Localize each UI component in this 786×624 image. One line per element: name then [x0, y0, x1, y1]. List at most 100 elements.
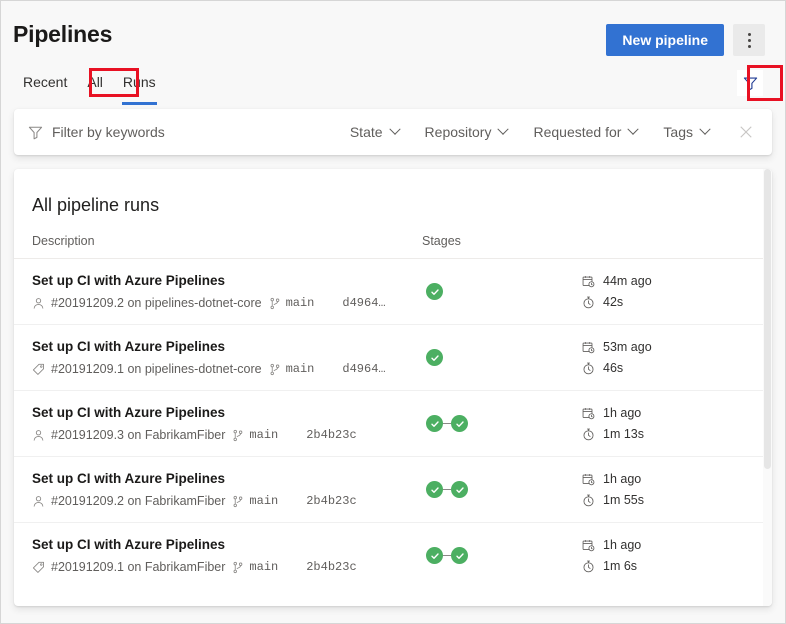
tag-icon: [32, 561, 45, 574]
filter-pill-requested-for-label: Requested for: [533, 124, 621, 140]
check-icon: [430, 353, 440, 363]
filter-card: Filter by keywords State Repository Requ…: [14, 109, 772, 155]
run-stages-cell: [422, 283, 582, 300]
timer-icon: [582, 428, 595, 441]
table-row[interactable]: Set up CI with Azure Pipelines #20191209.…: [14, 390, 772, 456]
run-branch-name[interactable]: main: [249, 559, 278, 575]
run-description-cell: Set up CI with Azure Pipelines#20191209.…: [32, 536, 422, 575]
run-branch-name[interactable]: main: [249, 493, 278, 509]
table-row[interactable]: Set up CI with Azure Pipelines #20191209.…: [14, 324, 772, 390]
funnel-icon: [28, 125, 43, 140]
filter-pill-state[interactable]: State: [337, 118, 412, 146]
table-row[interactable]: Set up CI with Azure Pipelines#20191209.…: [14, 522, 772, 588]
run-meta: #20191209.1 on FabrikamFibermain2b4b23c: [32, 559, 422, 575]
run-name-link[interactable]: Set up CI with Azure Pipelines: [32, 338, 422, 356]
run-started-label: 1h ago: [603, 406, 641, 421]
run-started-time: 53m ago: [582, 340, 652, 355]
chevron-down-icon: [628, 124, 639, 135]
tab-recent[interactable]: Recent: [13, 67, 77, 99]
stage-status-succeeded-icon[interactable]: [451, 481, 468, 498]
calendar-clock-icon: [582, 275, 595, 288]
stage-status-succeeded-icon[interactable]: [451, 547, 468, 564]
run-meta: #20191209.3 on FabrikamFiber main 2b4b23c: [32, 427, 422, 443]
branch-icon: [232, 429, 244, 442]
run-duration-label: 1m 55s: [603, 493, 644, 508]
check-icon: [430, 551, 440, 561]
filter-pill-repository[interactable]: Repository: [412, 118, 521, 146]
timer-icon: [582, 494, 595, 507]
run-build-number: #20191209.2 on pipelines-dotnet-core: [51, 295, 262, 311]
run-duration-label: 1m 6s: [603, 559, 637, 574]
table-row[interactable]: Set up CI with Azure Pipelines#20191209.…: [14, 456, 772, 522]
column-header-description: Description: [32, 234, 422, 248]
branch-icon: [232, 429, 244, 442]
run-commit-hash[interactable]: 2b4b23c: [306, 493, 356, 509]
run-branch-name[interactable]: main: [286, 361, 315, 377]
check-icon: [430, 287, 440, 297]
filter-pill-requested-for[interactable]: Requested for: [520, 118, 650, 146]
run-name-link[interactable]: Set up CI with Azure Pipelines: [32, 272, 422, 290]
run-commit-hash[interactable]: 2b4b23c: [306, 559, 356, 575]
run-times-cell: 1h ago1m 13s: [582, 406, 644, 442]
calendar-clock-icon: [582, 407, 595, 420]
filter-toggle-button[interactable]: [737, 70, 763, 96]
stage-connector: [443, 489, 451, 491]
branch-icon: [269, 363, 281, 376]
filter-pill-tags-label: Tags: [663, 124, 693, 140]
run-started-time: 1h ago: [582, 538, 641, 553]
run-duration: 1m 55s: [582, 493, 644, 508]
stage-status-succeeded-icon[interactable]: [426, 415, 443, 432]
timer-icon: [582, 296, 595, 309]
more-actions-button[interactable]: [733, 24, 765, 56]
filter-pill-repository-label: Repository: [425, 124, 492, 140]
stage-group: [426, 415, 468, 432]
run-name-link[interactable]: Set up CI with Azure Pipelines: [32, 536, 422, 554]
header-actions: New pipeline: [606, 24, 765, 56]
branch-icon: [269, 297, 281, 310]
stage-status-succeeded-icon[interactable]: [426, 349, 443, 366]
run-duration-label: 42s: [603, 295, 623, 310]
run-name-link[interactable]: Set up CI with Azure Pipelines: [32, 470, 422, 488]
vertical-scrollbar[interactable]: [763, 169, 772, 606]
branch-icon: [232, 495, 244, 508]
funnel-icon: [743, 76, 758, 91]
run-commit-hash[interactable]: d4964…: [342, 361, 385, 377]
stage-group: [426, 283, 443, 300]
new-pipeline-button[interactable]: New pipeline: [606, 24, 724, 56]
run-branch-name[interactable]: main: [286, 295, 315, 311]
timer-icon: [582, 560, 595, 573]
table-row[interactable]: Set up CI with Azure Pipelines #20191209.…: [14, 258, 772, 324]
run-build-number: #20191209.3 on FabrikamFiber: [51, 427, 225, 443]
run-description-cell: Set up CI with Azure Pipelines #20191209.…: [32, 272, 422, 311]
stage-status-succeeded-icon[interactable]: [426, 481, 443, 498]
run-stages-cell: [422, 349, 582, 366]
stage-status-succeeded-icon[interactable]: [426, 283, 443, 300]
keyword-filter[interactable]: Filter by keywords: [28, 124, 328, 140]
tab-runs[interactable]: Runs: [113, 67, 166, 99]
check-icon: [455, 485, 465, 495]
run-times-cell: 44m ago 42s: [582, 274, 652, 310]
stage-group: [426, 481, 468, 498]
person-icon: [32, 429, 45, 442]
tag-icon: [32, 561, 45, 574]
run-started-time: 44m ago: [582, 274, 652, 289]
run-name-link[interactable]: Set up CI with Azure Pipelines: [32, 404, 422, 422]
filter-pill-state-label: State: [350, 124, 383, 140]
page-header: Pipelines New pipeline Recent All Runs: [1, 1, 785, 109]
tab-all[interactable]: All: [77, 67, 113, 99]
branch-icon: [269, 363, 281, 376]
runs-column-headers: Description Stages: [14, 217, 772, 258]
run-commit-hash[interactable]: 2b4b23c: [306, 427, 356, 443]
stage-status-succeeded-icon[interactable]: [451, 415, 468, 432]
filter-pill-tags[interactable]: Tags: [650, 118, 722, 146]
run-commit-hash[interactable]: d4964…: [342, 295, 385, 311]
clear-filters-button[interactable]: [728, 114, 764, 150]
run-build-number: #20191209.1 on pipelines-dotnet-core: [51, 361, 262, 377]
run-times-cell: 53m ago46s: [582, 340, 652, 376]
stage-group: [426, 349, 443, 366]
column-header-stages: Stages: [422, 234, 582, 248]
run-branch-name[interactable]: main: [249, 427, 278, 443]
scrollbar-thumb[interactable]: [764, 169, 771, 469]
runs-table-body: Set up CI with Azure Pipelines #20191209.…: [14, 258, 772, 588]
stage-status-succeeded-icon[interactable]: [426, 547, 443, 564]
